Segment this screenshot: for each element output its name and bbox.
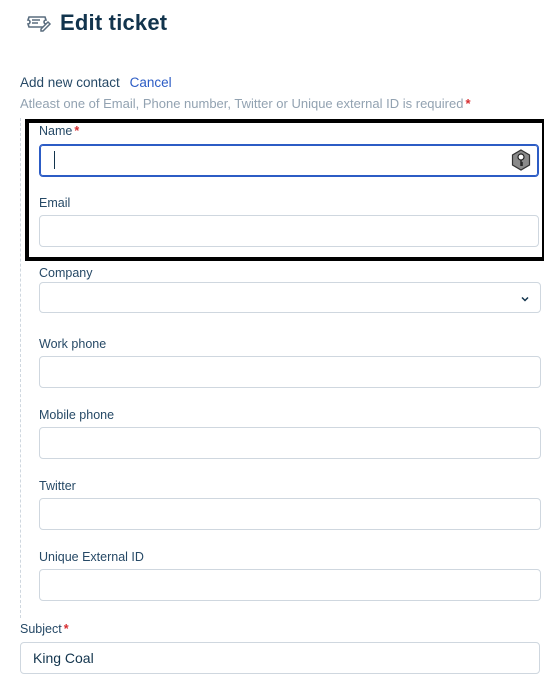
- contact-requirement-hint: Atleast one of Email, Phone number, Twit…: [20, 96, 471, 111]
- add-contact-row: Add new contact Cancel: [20, 75, 172, 90]
- required-mark: *: [63, 622, 69, 636]
- subject-input[interactable]: King Coal: [20, 642, 540, 674]
- page-title: Edit ticket: [60, 10, 168, 35]
- unique-external-id-label: Unique External ID: [39, 550, 144, 564]
- name-label: Name *: [39, 124, 79, 138]
- cancel-link[interactable]: Cancel: [130, 75, 172, 90]
- subject-label: Subject *: [20, 622, 69, 636]
- work-phone-input[interactable]: [39, 356, 541, 388]
- mobile-phone-input[interactable]: [39, 427, 541, 459]
- ticket-edit-icon: [26, 10, 52, 36]
- name-label-text: Name: [39, 124, 73, 138]
- name-input[interactable]: [39, 144, 539, 177]
- required-mark: *: [465, 96, 471, 111]
- chevron-down-icon: [520, 291, 530, 302]
- password-key-icon[interactable]: [510, 149, 532, 171]
- unique-external-id-input[interactable]: [39, 569, 541, 601]
- email-input[interactable]: [39, 215, 539, 247]
- twitter-input[interactable]: [39, 498, 541, 530]
- hint-text: Atleast one of Email, Phone number, Twit…: [20, 96, 464, 111]
- page-header: Edit ticket: [26, 10, 167, 36]
- company-label: Company: [39, 266, 93, 280]
- add-contact-label: Add new contact: [20, 75, 120, 90]
- required-mark: *: [74, 124, 80, 138]
- twitter-label: Twitter: [39, 479, 76, 493]
- email-label: Email: [39, 196, 71, 210]
- subject-label-text: Subject: [20, 622, 62, 636]
- text-cursor: [54, 151, 55, 169]
- contact-section-divider: [20, 118, 21, 618]
- work-phone-label: Work phone: [39, 337, 107, 351]
- company-select[interactable]: [39, 282, 541, 313]
- mobile-phone-label: Mobile phone: [39, 408, 115, 422]
